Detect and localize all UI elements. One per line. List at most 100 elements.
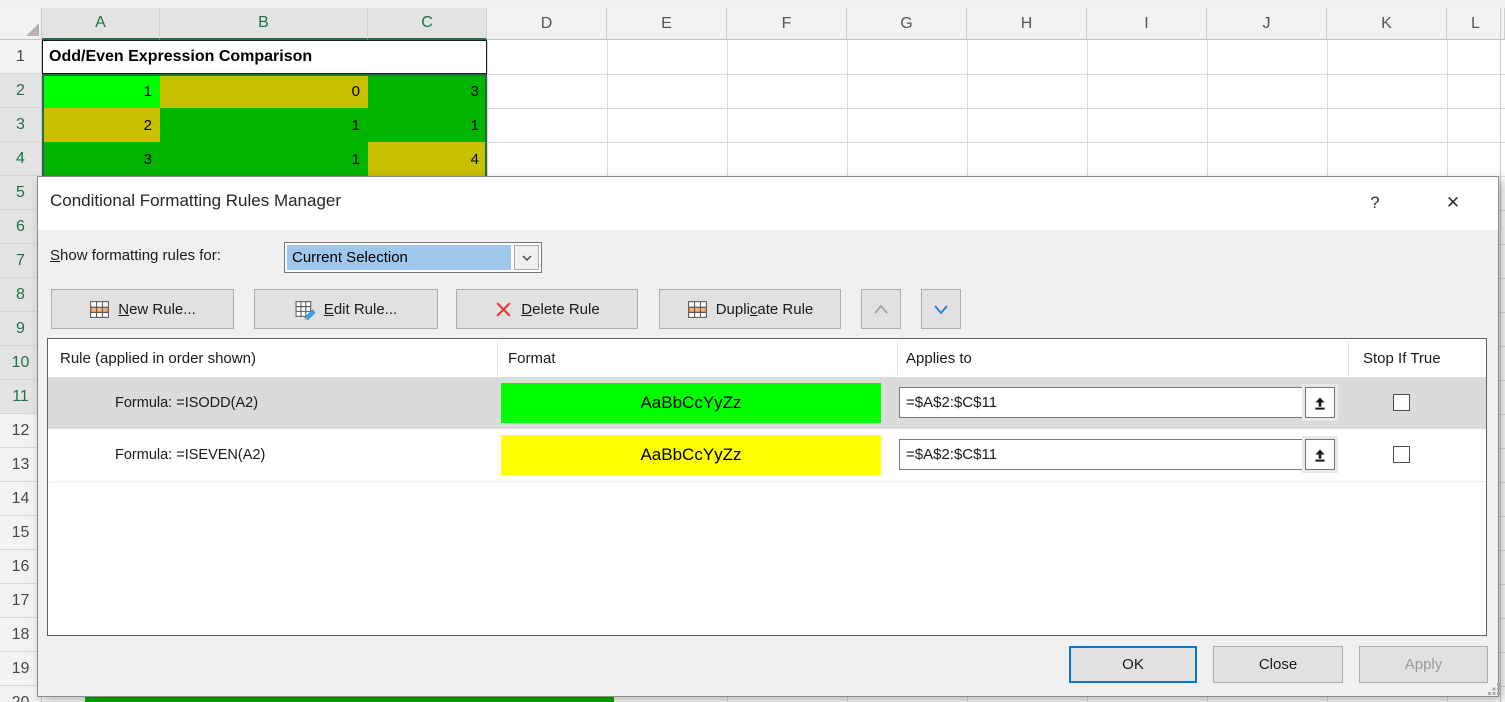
- delete-x-icon: [494, 300, 513, 319]
- close-icon[interactable]: ✕: [1438, 189, 1468, 217]
- move-rule-up-button[interactable]: [861, 289, 901, 329]
- cell-B4[interactable]: 1: [160, 142, 368, 176]
- chevron-down-icon: [522, 255, 532, 261]
- row-header-11[interactable]: 11: [0, 380, 42, 414]
- rule-row-iseven[interactable]: Formula: =ISEVEN(A2) AaBbCcYyZz: [48, 429, 1486, 481]
- rule-formula-text: Formula: =ISEVEN(A2): [115, 429, 265, 481]
- move-rule-down-button[interactable]: [921, 289, 961, 329]
- column-header-F[interactable]: F: [727, 8, 847, 40]
- new-rule-table-icon: [89, 299, 110, 320]
- row-header-20[interactable]: 20: [0, 686, 42, 702]
- applies-to-input[interactable]: [899, 439, 1303, 470]
- cell-C4[interactable]: 4: [368, 142, 487, 176]
- new-rule-button[interactable]: New Rule...: [51, 289, 234, 329]
- column-header-A[interactable]: A: [42, 8, 160, 40]
- resize-grip[interactable]: [1487, 682, 1501, 696]
- row-header-5[interactable]: 5: [0, 176, 42, 210]
- chevron-down-icon: [934, 305, 948, 314]
- dialog-title: Conditional Formatting Rules Manager: [50, 191, 341, 211]
- row-header-19[interactable]: 19: [0, 652, 42, 686]
- edit-rule-pencil-icon: [295, 299, 316, 320]
- row-header-10[interactable]: 10: [0, 346, 42, 380]
- delete-rule-button[interactable]: Delete Rule: [456, 289, 638, 329]
- delete-rule-label: Delete Rule: [521, 301, 599, 318]
- cell-C2[interactable]: 3: [368, 74, 487, 108]
- row-header-4[interactable]: 4: [0, 142, 42, 176]
- row-header-6[interactable]: 6: [0, 210, 42, 244]
- row-header-2[interactable]: 2: [0, 74, 42, 108]
- cell-A1-title[interactable]: Odd/Even Expression Comparison: [42, 40, 487, 74]
- column-header-H[interactable]: H: [967, 8, 1087, 40]
- row-header-8[interactable]: 8: [0, 278, 42, 312]
- cell-A3[interactable]: 2: [42, 108, 160, 142]
- row-header-15[interactable]: 15: [0, 516, 42, 550]
- cell-A2[interactable]: 1: [42, 74, 160, 108]
- rule-row-isodd[interactable]: Formula: =ISODD(A2) AaBbCcYyZz: [48, 377, 1486, 429]
- chevron-up-icon: [874, 305, 888, 314]
- collapse-up-arrow-icon: [1312, 447, 1328, 463]
- row-header-18[interactable]: 18: [0, 618, 42, 652]
- row-header-13[interactable]: 13: [0, 448, 42, 482]
- select-all-corner[interactable]: [0, 8, 42, 40]
- column-header-K[interactable]: K: [1327, 8, 1447, 40]
- formula-bar-edge: [0, 0, 1505, 8]
- show-formatting-rules-label: Show formatting rules for:: [50, 247, 221, 264]
- column-header-E[interactable]: E: [607, 8, 727, 40]
- row-header-16[interactable]: 16: [0, 550, 42, 584]
- new-rule-label: New Rule...: [118, 301, 196, 318]
- row-header-7[interactable]: 7: [0, 244, 42, 278]
- column-divider: [897, 341, 898, 375]
- stop-if-true-checkbox[interactable]: [1393, 394, 1410, 411]
- dialog-titlebar[interactable]: Conditional Formatting Rules Manager ? ✕: [38, 177, 1498, 230]
- dropdown-selected-value: Current Selection: [287, 245, 511, 270]
- applies-to-input[interactable]: [899, 387, 1303, 418]
- cell-C3[interactable]: 1: [368, 108, 487, 142]
- edit-rule-button[interactable]: Edit Rule...: [254, 289, 438, 329]
- edit-rule-label: Edit Rule...: [324, 301, 397, 318]
- column-header-B[interactable]: B: [160, 8, 368, 40]
- cell-B3[interactable]: 1: [160, 108, 368, 142]
- collapse-dialog-range-button[interactable]: [1305, 387, 1335, 418]
- duplicate-rule-button[interactable]: Duplicate Rule: [659, 289, 841, 329]
- help-button[interactable]: ?: [1360, 189, 1390, 217]
- column-header-D[interactable]: D: [487, 8, 607, 40]
- column-header-format: Format: [508, 339, 556, 377]
- column-header-L[interactable]: L: [1447, 8, 1505, 40]
- row-header-1[interactable]: 1: [0, 40, 42, 74]
- duplicate-rule-label: Duplicate Rule: [716, 301, 814, 318]
- show-rules-for-dropdown[interactable]: Current Selection: [284, 242, 542, 273]
- column-header-C[interactable]: C: [368, 8, 487, 40]
- excel-window: ABCDEFGHIJKL1234567891011121314151617181…: [0, 0, 1505, 702]
- rule-formula-text: Formula: =ISODD(A2): [115, 377, 258, 429]
- format-preview-swatch: AaBbCcYyZz: [501, 383, 881, 423]
- stop-if-true-checkbox[interactable]: [1393, 446, 1410, 463]
- resize-grip-dots-icon: [1487, 682, 1501, 696]
- column-header-G[interactable]: G: [847, 8, 967, 40]
- row-header-3[interactable]: 3: [0, 108, 42, 142]
- collapse-dialog-range-button[interactable]: [1305, 439, 1335, 470]
- rules-list: Rule (applied in order shown) Format App…: [47, 338, 1487, 636]
- cell-A4[interactable]: 3: [42, 142, 160, 176]
- ok-button[interactable]: OK: [1069, 646, 1197, 683]
- column-header-J[interactable]: J: [1207, 8, 1327, 40]
- column-header-I[interactable]: I: [1087, 8, 1207, 40]
- column-divider: [497, 341, 498, 375]
- column-header-applies-to: Applies to: [906, 339, 972, 377]
- collapse-up-arrow-icon: [1312, 395, 1328, 411]
- dropdown-arrow-button[interactable]: [514, 245, 539, 270]
- scrollbar-edge-line: [1500, 8, 1501, 702]
- format-preview-swatch: AaBbCcYyZz: [501, 435, 881, 475]
- conditional-formatting-rules-manager-dialog: Conditional Formatting Rules Manager ? ✕…: [37, 176, 1499, 697]
- apply-button[interactable]: Apply: [1359, 646, 1488, 683]
- row-header-14[interactable]: 14: [0, 482, 42, 516]
- row-header-12[interactable]: 12: [0, 414, 42, 448]
- column-header-stop-if-true: Stop If True: [1363, 339, 1441, 377]
- close-button[interactable]: Close: [1213, 646, 1343, 683]
- row-header-17[interactable]: 17: [0, 584, 42, 618]
- cell-B2[interactable]: 0: [160, 74, 368, 108]
- row-separator: [49, 481, 1485, 482]
- row-header-9[interactable]: 9: [0, 312, 42, 346]
- row20-formatted-cells[interactable]: [85, 697, 614, 702]
- column-header-rule: Rule (applied in order shown): [60, 339, 256, 377]
- column-divider: [1348, 341, 1349, 375]
